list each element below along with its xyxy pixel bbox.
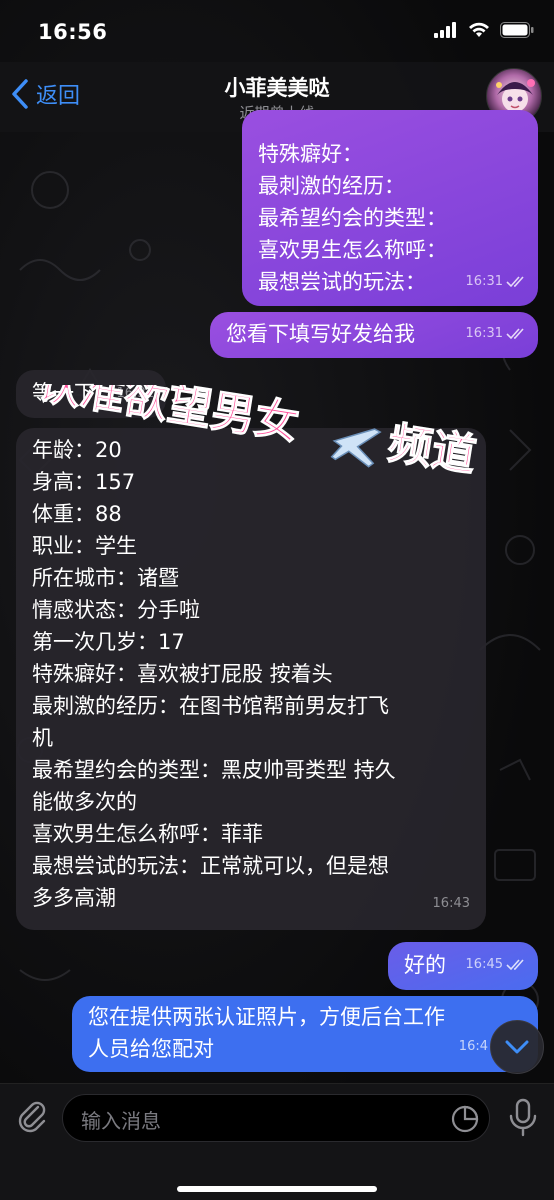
- message-line: 多多高潮: [32, 886, 116, 910]
- message-line: 能做多次的: [32, 790, 137, 814]
- message-line: 年龄：20: [32, 438, 122, 462]
- message-meta: 16:31: [466, 266, 526, 298]
- microphone-icon[interactable]: [506, 1098, 540, 1138]
- message-time: 16:45: [465, 957, 503, 972]
- chevron-down-icon: [505, 1040, 529, 1054]
- status-icons: [434, 22, 534, 38]
- message-line: 最刺激的经历：在图书馆帮前男友打飞: [32, 694, 389, 718]
- message-line: 所在城市：诸暨: [32, 566, 179, 590]
- message-line: 喜欢男生怎么称呼：菲菲: [32, 822, 263, 846]
- double-check-icon: [506, 328, 524, 340]
- message-input-placeholder: 输入消息: [81, 1109, 161, 1133]
- message-outgoing[interactable]: 您在提供两张认证照片，方便后台工作 人员给您配对 16:4: [72, 996, 538, 1072]
- message-line: 特殊癖好：: [258, 142, 363, 166]
- message-line: 情感状态：分手啦: [32, 598, 200, 622]
- message-line: 职业：学生: [32, 534, 137, 558]
- message-input[interactable]: 输入消息: [62, 1094, 490, 1142]
- message-meta: 16:45: [466, 949, 526, 981]
- message-time: 16:4: [458, 1039, 488, 1054]
- message-incoming[interactable]: 等一下 16:31: [16, 370, 166, 418]
- message-line: 体重：88: [32, 502, 122, 526]
- message-meta: 16:31: [466, 318, 526, 350]
- paperclip-icon[interactable]: [14, 1098, 50, 1134]
- message-line: 最希望约会的类型：: [258, 206, 447, 230]
- message-time: 16:31: [465, 274, 503, 289]
- signal-icon: [434, 22, 456, 38]
- message-outgoing[interactable]: 特殊癖好： 最刺激的经历： 最希望约会的类型： 喜欢男生怎么称呼： 最想尝试的玩…: [242, 110, 538, 306]
- message-line: 最刺激的经历：: [258, 174, 405, 198]
- message-outgoing[interactable]: 好的 16:45: [388, 942, 538, 990]
- message-line: 喜欢男生怎么称呼：: [258, 238, 447, 262]
- double-check-icon: [506, 959, 524, 971]
- message-time: 16:31: [465, 326, 503, 341]
- message-meta: 16:31: [117, 378, 154, 410]
- message-line: 身高：157: [32, 470, 136, 494]
- message-meta: 16:4: [459, 1031, 488, 1063]
- message-outgoing[interactable]: 您看下填写好发给我 16:31: [210, 312, 538, 358]
- message-line: 特殊癖好：喜欢被打屁股 按着头: [32, 662, 333, 686]
- message-incoming[interactable]: 年龄：20 身高：157 体重：88 职业：学生 所在城市：诸暨 情感状态：分手…: [16, 428, 486, 930]
- message-line: 机: [32, 726, 53, 750]
- wifi-icon: [469, 22, 489, 37]
- status-time: 16:56: [38, 20, 108, 44]
- message-time: 16:31: [116, 386, 154, 401]
- double-check-icon: [506, 276, 524, 288]
- sticker-icon[interactable]: [451, 1105, 479, 1133]
- input-bar: 输入消息: [0, 1083, 554, 1200]
- message-line: 您在提供两张认证照片，方便后台工作: [88, 1005, 445, 1029]
- message-time: 16:43: [432, 896, 470, 911]
- message-meta: 16:43: [433, 888, 470, 920]
- message-line: 最希望约会的类型：黑皮帅哥类型 持久: [32, 758, 396, 782]
- home-indicator: [177, 1186, 377, 1192]
- chat-screen: 16:56 返回 小菲美美哒 特殊癖好： 最刺激的经历： 最希望约会的类型： 喜…: [0, 0, 554, 1200]
- battery-icon: [500, 22, 534, 38]
- scroll-to-bottom-button[interactable]: [490, 1020, 544, 1074]
- message-line: 人员给您配对: [88, 1037, 214, 1061]
- message-line: 第一次几岁：17: [32, 630, 185, 654]
- status-bar: 16:56: [0, 0, 554, 62]
- message-line: 最想尝试的玩法：正常就可以，但是想: [32, 854, 389, 878]
- chat-title[interactable]: 小菲美美哒: [0, 72, 554, 102]
